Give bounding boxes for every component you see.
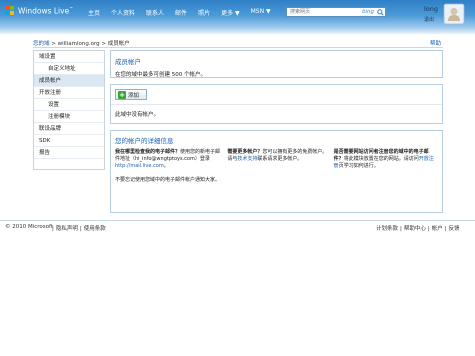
nav-msn[interactable]: MSN ▼ (251, 8, 271, 17)
nav-home[interactable]: 主页 (88, 8, 100, 17)
feedback-link[interactable]: 反馈 (449, 226, 460, 232)
add-account-button[interactable]: + 添加 (115, 89, 147, 100)
add-account-panel: + 添加 此域中没有帐户。 (110, 84, 443, 124)
nav-contacts[interactable]: 联系人 (146, 8, 164, 17)
info-column-more-accounts: 需要更多帐户？您可以拥有更多的免费帐户。请与技术支持联系请求更多帐户。 (227, 149, 328, 162)
sidebar: 域设置 自定义地址 成员帐户 开放注册 设置 注册模块 联设品牌 SDK 报告 (33, 50, 105, 170)
sidebar-item-sdk[interactable]: SDK (34, 135, 104, 147)
bing-label: bing (362, 9, 374, 15)
sign-out-link[interactable]: 退出 (424, 16, 438, 23)
help-center-link[interactable]: 帮助中心 (404, 226, 426, 232)
sidebar-item-reports[interactable]: 报告 (34, 147, 104, 159)
search-box: bing (286, 7, 386, 17)
sidebar-item-custom-address[interactable]: 自定义地址 (34, 63, 104, 75)
info-column-visitor-signup: 是否需要网站访问者注册您的域中的电子邮件？将此模块放置在您的网站。请访问开放注册… (333, 149, 434, 169)
user-menu: long 退出 (424, 5, 438, 23)
privacy-link[interactable]: 隐私声明 (56, 226, 78, 232)
top-header: Windows Live™ 主页 个人资料 联系人 邮件 照片 更多 ▼ MSN… (0, 0, 475, 34)
terms-link[interactable]: 使用条款 (84, 226, 106, 232)
panel-title: 成员帐户 (115, 58, 141, 66)
account-link[interactable]: 帐户 (432, 226, 443, 232)
windows-flag-icon (5, 6, 15, 16)
nav-profile[interactable]: 个人资料 (111, 8, 135, 17)
search-input[interactable] (287, 8, 362, 16)
account-limit-text: 在您的域中最多可创建 500 个帐户。 (115, 72, 206, 78)
sidebar-item-open-registration[interactable]: 开放注册 (34, 87, 104, 99)
add-button-label: 添加 (128, 92, 140, 99)
top-nav: 主页 个人资料 联系人 邮件 照片 更多 ▼ MSN ▼ (88, 8, 282, 17)
brand-name: Windows Live™ (18, 6, 74, 16)
sidebar-item-signup-module[interactable]: 注册模块 (34, 111, 104, 123)
footer-right-links: 计划条款 | 帮助中心 | 帐户 | 反馈 (376, 226, 460, 232)
tech-support-link[interactable]: 技术支持 (237, 156, 257, 162)
divider (33, 47, 443, 48)
help-link[interactable]: 帮助 (430, 39, 441, 47)
search-icon[interactable] (376, 8, 385, 16)
user-name[interactable]: long (424, 5, 438, 13)
sidebar-item-domain-settings[interactable]: 域设置 (34, 51, 104, 63)
footer-divider (0, 220, 475, 221)
info-column-email: 我在哪里检查我的电子邮件？使用您的新电子邮件地址（hi_info@wngtpto… (115, 149, 221, 183)
mail-live-link[interactable]: http://mail.live.com (115, 163, 164, 169)
copyright: © 2010 Microsoft (5, 224, 54, 230)
nav-more[interactable]: 更多 ▼ (221, 8, 240, 17)
divider (111, 104, 442, 105)
plus-icon: + (118, 90, 126, 99)
nav-photos[interactable]: 照片 (198, 8, 210, 17)
panel-title: 您的帐户的详细信息 (115, 137, 174, 145)
footer-links: | 隐私声明 | 使用条款 (52, 226, 106, 232)
account-info-panel: 您的帐户的详细信息 我在哪里检查我的电子邮件？使用您的新电子邮件地址（hi_in… (110, 130, 443, 213)
windows-live-logo[interactable]: Windows Live™ (5, 6, 73, 16)
breadcrumb: 您的域 > williamlong.org > 成员帐户 (33, 39, 130, 47)
notify-text: 不要忘记使用您域中的电子邮件帐户通知大家。 (115, 177, 221, 183)
program-terms-link[interactable]: 计划条款 (376, 226, 398, 232)
member-accounts-panel: 成员帐户 在您的域中最多可创建 500 个帐户。 (110, 50, 443, 78)
sidebar-item-branding[interactable]: 联设品牌 (34, 123, 104, 135)
sidebar-item-member-accounts[interactable]: 成员帐户 (34, 75, 104, 87)
sidebar-item-settings[interactable]: 设置 (34, 99, 104, 111)
nav-mail[interactable]: 邮件 (175, 8, 187, 17)
avatar[interactable] (442, 2, 466, 26)
no-accounts-text: 此域中没有帐户。 (115, 112, 160, 118)
